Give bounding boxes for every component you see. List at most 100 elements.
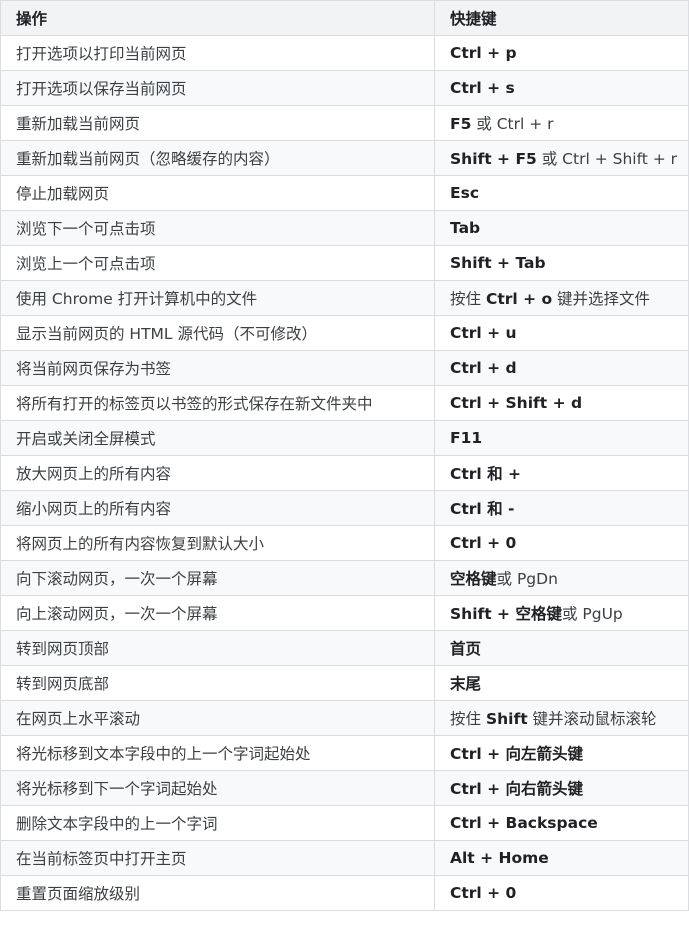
table-row: 将网页上的所有内容恢复到默认大小 Ctrl + 0 xyxy=(0,525,689,561)
shortcut-note: 按住 xyxy=(450,710,486,728)
action-cell: 向上滚动网页，一次一个屏幕 xyxy=(0,595,435,631)
action-cell: 将光标移到下一个字词起始处 xyxy=(0,770,435,806)
shortcut-cell: Ctrl + s xyxy=(434,70,689,106)
table-row: 在当前标签页中打开主页 Alt + Home xyxy=(0,840,689,876)
shortcut-cell: Ctrl + u xyxy=(434,315,689,351)
shortcut-cell: 首页 xyxy=(434,630,689,666)
shortcut-key: Ctrl + d xyxy=(450,359,517,377)
shortcut-cell: Ctrl 和 + xyxy=(434,455,689,491)
table-row: 缩小网页上的所有内容 Ctrl 和 - xyxy=(0,490,689,526)
table-row: 重新加载当前网页（忽略缓存的内容） Shift + F5 或 Ctrl + Shi… xyxy=(0,140,689,176)
table-row: 打开选项以保存当前网页 Ctrl + s xyxy=(0,70,689,106)
shortcut-cell: 末尾 xyxy=(434,665,689,701)
shortcut-key: Alt + Home xyxy=(450,849,549,867)
shortcut-note: 键并选择文件 xyxy=(552,290,651,308)
action-cell: 重新加载当前网页 xyxy=(0,105,435,141)
column-header-shortcut: 快捷键 xyxy=(434,0,689,36)
shortcut-cell: Ctrl + d xyxy=(434,350,689,386)
shortcut-cell: Ctrl + 向左箭头键 xyxy=(434,735,689,771)
shortcut-cell: Tab xyxy=(434,210,689,246)
table-row: 将当前网页保存为书签 Ctrl + d xyxy=(0,350,689,386)
shortcut-cell: Ctrl 和 - xyxy=(434,490,689,526)
shortcut-cell: Esc xyxy=(434,175,689,211)
action-cell: 浏览下一个可点击项 xyxy=(0,210,435,246)
action-cell: 重新加载当前网页（忽略缓存的内容） xyxy=(0,140,435,176)
shortcut-cell: Ctrl + 向右箭头键 xyxy=(434,770,689,806)
shortcut-note: 或 PgDn xyxy=(496,570,558,588)
shortcut-key: Ctrl + 向右箭头键 xyxy=(450,780,584,798)
table-row: 浏览上一个可点击项 Shift + Tab xyxy=(0,245,689,281)
table-body: 打开选项以打印当前网页 Ctrl + p 打开选项以保存当前网页 Ctrl + s 重新… xyxy=(0,35,689,911)
shortcut-key: Shift + Tab xyxy=(450,254,546,272)
shortcut-key: Shift + F5 xyxy=(450,150,537,168)
table-row: 重置页面缩放级别 Ctrl + 0 xyxy=(0,875,689,911)
shortcut-key: Ctrl 和 - xyxy=(450,500,515,518)
action-cell: 将光标移到文本字段中的上一个字词起始处 xyxy=(0,735,435,771)
action-cell: 打开选项以保存当前网页 xyxy=(0,70,435,106)
table-row: 转到网页顶部 首页 xyxy=(0,630,689,666)
table-row: 将光标移到下一个字词起始处 Ctrl + 向右箭头键 xyxy=(0,770,689,806)
shortcut-key: Tab xyxy=(450,219,481,237)
shortcut-note: 或 Ctrl + r xyxy=(471,115,554,133)
table-row: 使用 Chrome 打开计算机中的文件 按住 Ctrl + o 键并选择文件 xyxy=(0,280,689,316)
shortcut-key: Ctrl + u xyxy=(450,324,517,342)
shortcut-key: 末尾 xyxy=(450,675,482,693)
action-cell: 在当前标签页中打开主页 xyxy=(0,840,435,876)
shortcut-key: 空格键 xyxy=(450,570,497,588)
shortcut-cell: Ctrl + 0 xyxy=(434,875,689,911)
shortcut-key: F5 xyxy=(450,115,472,133)
shortcut-key: 首页 xyxy=(450,640,482,658)
column-header-action: 操作 xyxy=(0,0,435,36)
shortcut-cell: Shift + 空格键或 PgUp xyxy=(434,595,689,631)
table-header-row: 操作 快捷键 xyxy=(0,0,689,36)
action-cell: 重置页面缩放级别 xyxy=(0,875,435,911)
table-row: 在网页上水平滚动 按住 Shift 键并滚动鼠标滚轮 xyxy=(0,700,689,736)
shortcut-cell: 按住 Ctrl + o 键并选择文件 xyxy=(434,280,689,316)
table-row: 打开选项以打印当前网页 Ctrl + p xyxy=(0,35,689,71)
shortcut-cell: 按住 Shift 键并滚动鼠标滚轮 xyxy=(434,700,689,736)
shortcut-note: 按住 xyxy=(450,290,486,308)
action-cell: 将网页上的所有内容恢复到默认大小 xyxy=(0,525,435,561)
shortcut-key: Ctrl + 0 xyxy=(450,884,517,902)
table-row: 重新加载当前网页 F5 或 Ctrl + r xyxy=(0,105,689,141)
shortcut-key: Shift xyxy=(485,710,528,728)
action-cell: 将当前网页保存为书签 xyxy=(0,350,435,386)
shortcut-key: Ctrl + 0 xyxy=(450,534,517,552)
action-cell: 显示当前网页的 HTML 源代码（不可修改） xyxy=(0,315,435,351)
action-cell: 停止加载网页 xyxy=(0,175,435,211)
action-cell: 使用 Chrome 打开计算机中的文件 xyxy=(0,280,435,316)
shortcut-cell: Ctrl + 0 xyxy=(434,525,689,561)
action-cell: 转到网页底部 xyxy=(0,665,435,701)
table-row: 浏览下一个可点击项 Tab xyxy=(0,210,689,246)
shortcut-key: Ctrl + o xyxy=(485,290,553,308)
shortcut-key: F11 xyxy=(450,429,483,447)
action-cell: 浏览上一个可点击项 xyxy=(0,245,435,281)
action-cell: 将所有打开的标签页以书签的形式保存在新文件夹中 xyxy=(0,385,435,421)
shortcut-cell: Alt + Home xyxy=(434,840,689,876)
action-cell: 向下滚动网页，一次一个屏幕 xyxy=(0,560,435,596)
table-row: 将所有打开的标签页以书签的形式保存在新文件夹中 Ctrl + Shift + d xyxy=(0,385,689,421)
shortcut-cell: Shift + F5 或 Ctrl + Shift + r xyxy=(434,140,689,176)
table-row: 向下滚动网页，一次一个屏幕 空格键或 PgDn xyxy=(0,560,689,596)
action-cell: 在网页上水平滚动 xyxy=(0,700,435,736)
shortcut-cell: Ctrl + Backspace xyxy=(434,805,689,841)
action-cell: 开启或关闭全屏模式 xyxy=(0,420,435,456)
action-cell: 缩小网页上的所有内容 xyxy=(0,490,435,526)
table-row: 显示当前网页的 HTML 源代码（不可修改） Ctrl + u xyxy=(0,315,689,351)
table-row: 转到网页底部 末尾 xyxy=(0,665,689,701)
action-cell: 删除文本字段中的上一个字词 xyxy=(0,805,435,841)
shortcut-cell: 空格键或 PgDn xyxy=(434,560,689,596)
shortcut-note: 或 PgUp xyxy=(561,605,623,623)
shortcut-key: Shift + 空格键 xyxy=(450,605,562,623)
shortcut-table: 操作 快捷键 打开选项以打印当前网页 Ctrl + p 打开选项以保存当前网页 Ctr… xyxy=(0,0,689,911)
table-row: 删除文本字段中的上一个字词 Ctrl + Backspace xyxy=(0,805,689,841)
shortcut-key: Ctrl + p xyxy=(450,44,517,62)
action-cell: 打开选项以打印当前网页 xyxy=(0,35,435,71)
shortcut-cell: Shift + Tab xyxy=(434,245,689,281)
shortcut-key: Esc xyxy=(450,184,480,202)
shortcut-key: Ctrl + Shift + d xyxy=(450,394,583,412)
table-row: 停止加载网页 Esc xyxy=(0,175,689,211)
shortcut-key: Ctrl + Backspace xyxy=(450,814,598,832)
table-row: 将光标移到文本字段中的上一个字词起始处 Ctrl + 向左箭头键 xyxy=(0,735,689,771)
table-row: 开启或关闭全屏模式 F11 xyxy=(0,420,689,456)
